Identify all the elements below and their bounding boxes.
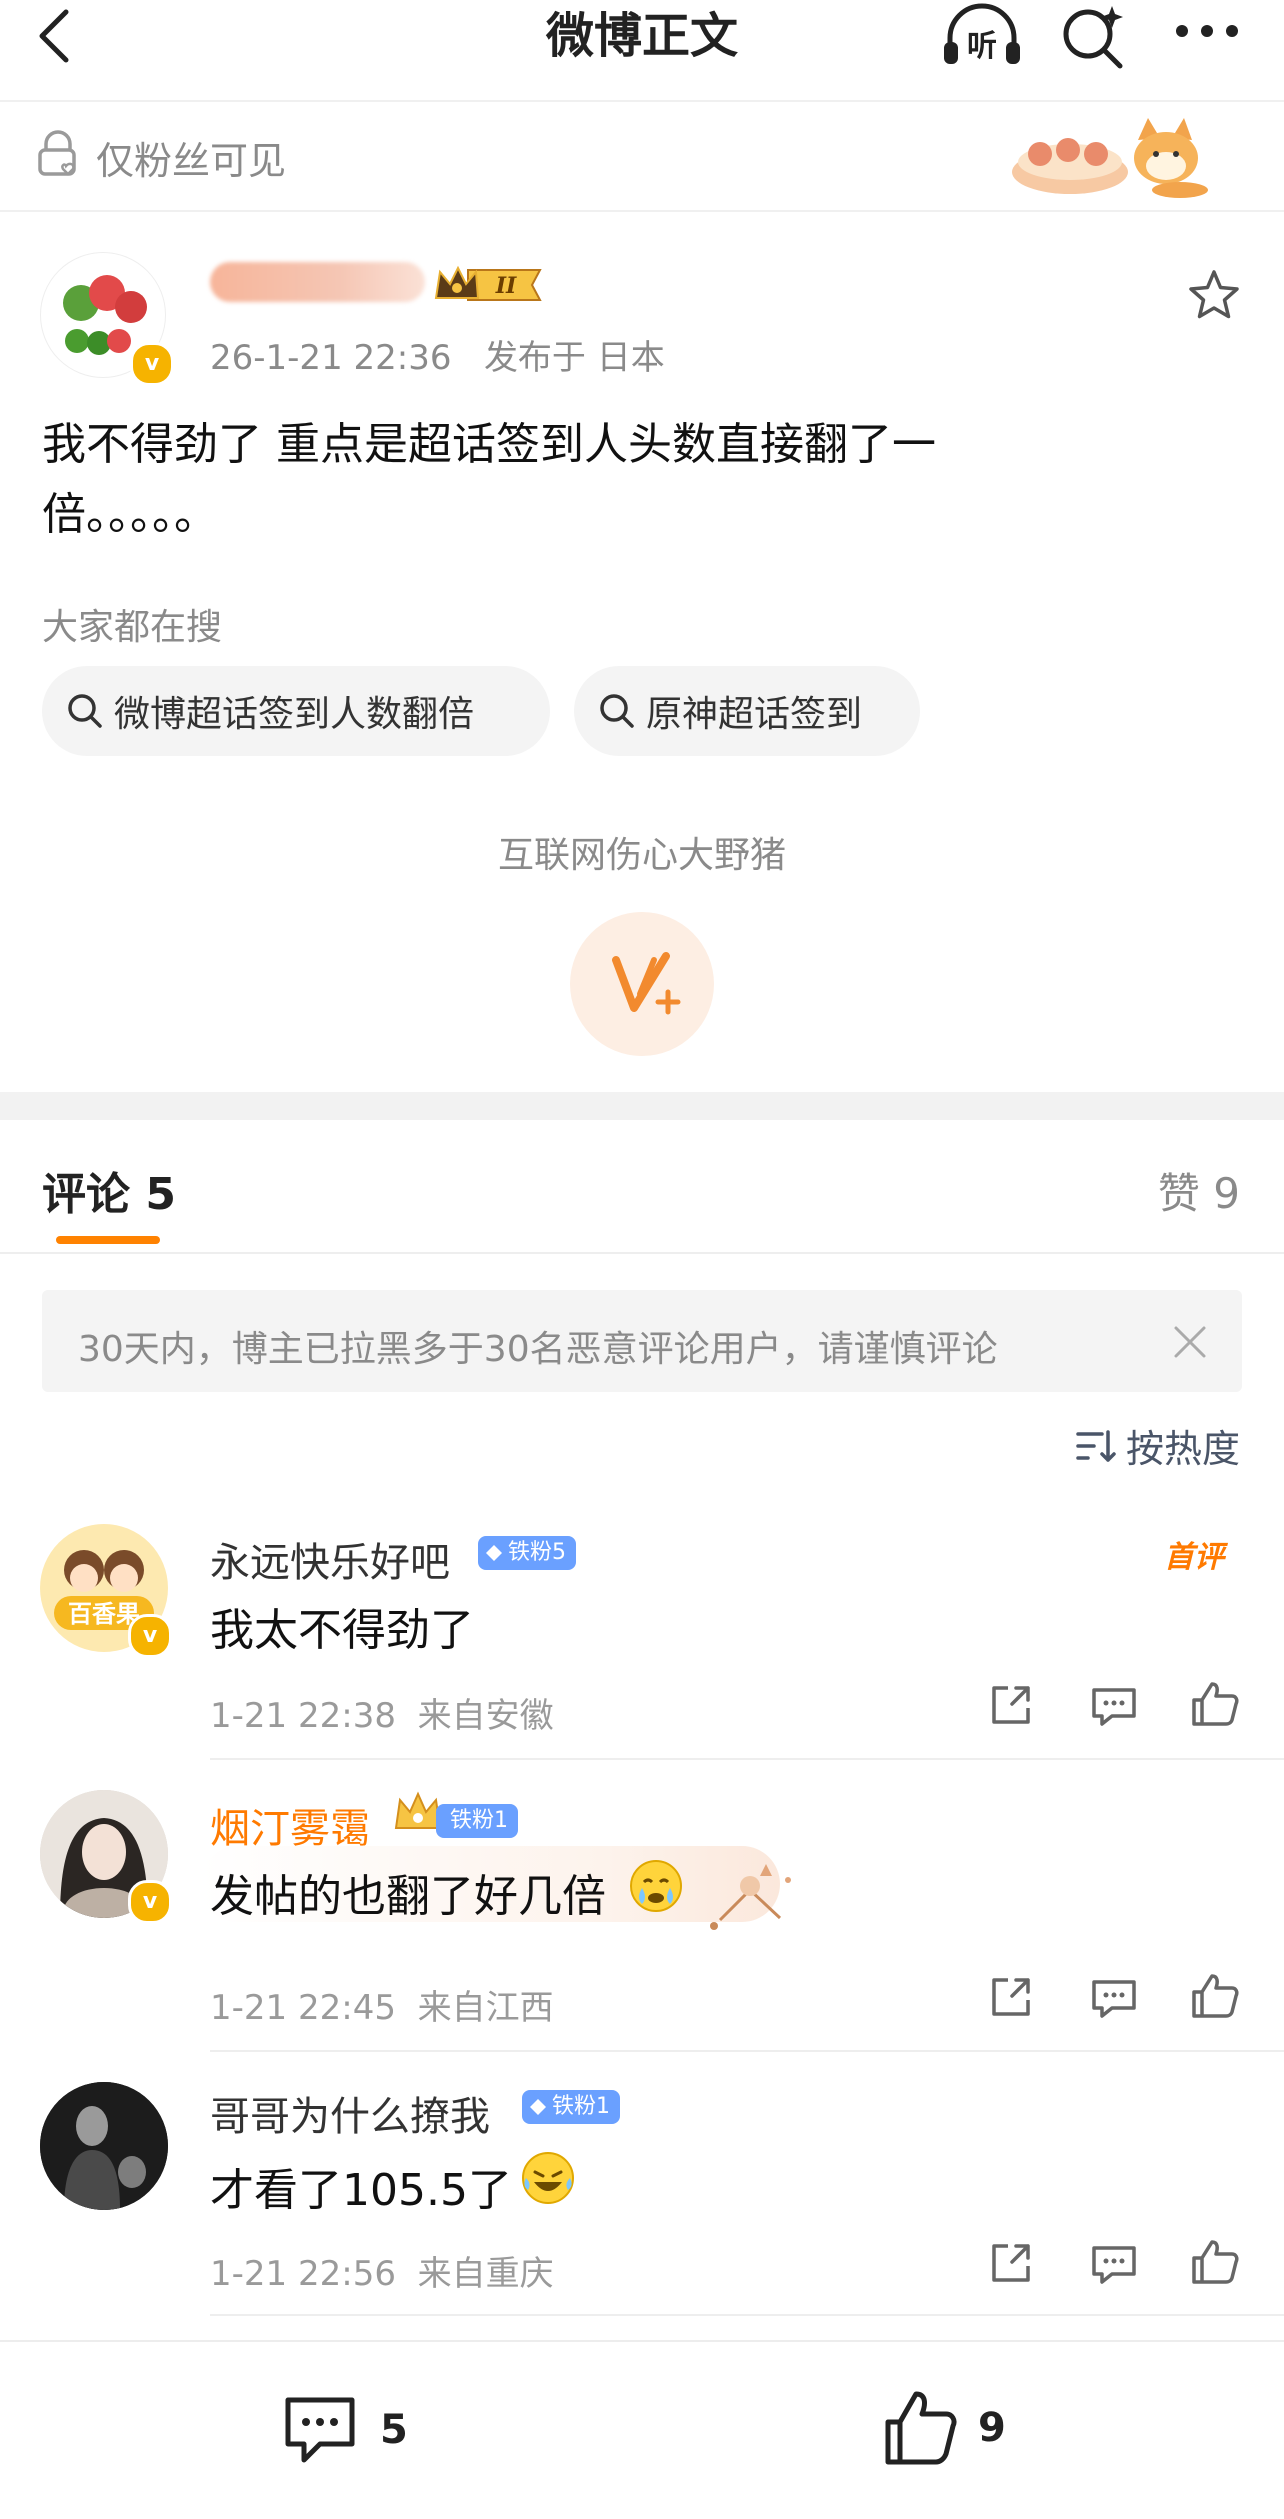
fan-badge-label: 铁粉5 (508, 1540, 566, 1565)
comment-time: 1-21 22:56 (210, 2254, 396, 2294)
comment-button[interactable]: 5 (280, 2390, 408, 2470)
comment-meta: 1-21 22:38 来自安徽 (210, 1688, 554, 1737)
fan-badge-label: 铁粉1 (450, 1808, 508, 1833)
reply-comment-icon[interactable] (1090, 1976, 1138, 2020)
bottom-action-bar: 5 9 (0, 2340, 1284, 2519)
search-chip-label: 微博超话签到人数翻倍 (114, 694, 475, 735)
laughing-tears-emoji-icon (520, 2150, 576, 2206)
more-options-icon[interactable] (1172, 16, 1242, 46)
comment-time: 1-21 22:45 (210, 1988, 396, 2028)
diamond-icon (530, 2099, 546, 2115)
like-thumb-icon[interactable] (1190, 1972, 1240, 2020)
comment-text-content: 才看了105.5了 (210, 2165, 512, 2216)
like-button[interactable]: 9 (880, 2388, 1006, 2468)
first-comment-tag: 首评 (1164, 1540, 1224, 1575)
share-icon[interactable] (988, 2240, 1034, 2286)
visibility-bar: 仅粉丝可见 (0, 100, 1284, 212)
commenter-name[interactable]: 永远快乐好吧 (210, 1530, 450, 1588)
commenter-avatar[interactable] (40, 2082, 168, 2210)
active-tab-indicator (56, 1236, 160, 1244)
comment-text: 发帖的也翻了好几倍 (210, 1860, 606, 1924)
reply-comment-icon[interactable] (1090, 1684, 1138, 1728)
diamond-icon (486, 1545, 502, 1561)
divider (210, 2050, 1284, 2052)
search-icon (66, 692, 104, 730)
comment-location: 来自重庆 (417, 2254, 554, 2294)
comment-meta: 1-21 22:45 来自江西 (210, 1980, 554, 2029)
search-icon (598, 692, 636, 730)
search-chip-label: 原神超话签到 (646, 694, 863, 735)
top-nav-bar: 微博正文 听 (0, 0, 1284, 100)
comment-location: 来自江西 (417, 1988, 554, 2028)
tab-comments[interactable]: 评论 5 (42, 1158, 176, 1222)
crying-emoji-icon (628, 1858, 684, 1914)
sort-by-hot-button[interactable]: 按热度 (1076, 1418, 1240, 1473)
comment-text: 我太不得劲了 (210, 1605, 474, 1656)
divider (0, 1252, 1284, 1254)
comment-text-content: 发帖的也翻了好几倍 (210, 1871, 606, 1922)
favorite-star-icon[interactable] (1186, 268, 1242, 322)
fan-badge: 铁粉1 (522, 2090, 620, 2124)
post-location: 发布于 日本 (483, 338, 665, 378)
search-sparkle-icon[interactable] (1060, 2, 1128, 70)
fan-badge: 铁粉5 (478, 1536, 576, 1570)
decorative-food-sticker-icon (1010, 110, 1210, 202)
v-plus-button[interactable] (570, 912, 714, 1056)
commenter-name[interactable]: 哥哥为什么撩我 (210, 2084, 490, 2142)
author-name-blurred[interactable] (210, 262, 425, 302)
comment-text: 才看了105.5了 (210, 2154, 512, 2218)
bubble-sticker-icon (700, 1860, 800, 1940)
share-icon[interactable] (988, 1974, 1034, 2020)
comment-time: 1-21 22:38 (210, 1696, 396, 1736)
reply-comment-icon[interactable] (1090, 2242, 1138, 2286)
share-icon[interactable] (988, 1682, 1034, 1728)
trending-search-label: 大家都在搜 (42, 607, 223, 648)
search-chip[interactable]: 原神超话签到 (574, 666, 920, 756)
crown-level-badge-icon: II (432, 262, 548, 308)
lock-heart-icon (36, 130, 82, 178)
post-body: 我不得劲了 重点是超话签到人头数直接翻了一 倍。。。。。 (42, 410, 1052, 550)
comment-bubble-icon (280, 2390, 360, 2470)
fan-badge-label: 铁粉1 (552, 2094, 610, 2119)
verified-badge-icon: v (128, 1614, 172, 1658)
fan-badge: 铁粉1 (436, 1804, 518, 1838)
search-chip[interactable]: 微博超话签到人数翻倍 (42, 666, 550, 756)
post-meta: 26-1-21 22:36 发布于 日本 (210, 330, 665, 379)
notice-text: 30天内，博主已拉黑多于30名恶意评论用户，请谨慎评论 (78, 1329, 998, 1370)
tab-likes[interactable]: 赞 9 (1158, 1160, 1240, 1221)
comment-meta: 1-21 22:56 来自重庆 (210, 2246, 554, 2295)
comment-location: 来自安徽 (417, 1696, 554, 1736)
listen-headphones-icon[interactable]: 听 (940, 2, 1024, 70)
comment-count: 5 (380, 2407, 408, 2453)
divider (210, 1758, 1284, 1760)
sort-icon (1076, 1428, 1116, 1464)
v-plus-icon (612, 952, 681, 1015)
like-count: 9 (978, 2405, 1006, 2451)
visibility-label: 仅粉丝可见 (96, 139, 287, 183)
post-text-line2: 倍。。。。。 (42, 489, 218, 540)
like-thumb-icon[interactable] (1190, 2238, 1240, 2286)
post-text-line1: 我不得劲了 重点是超话签到人头数直接翻了一 (42, 419, 936, 470)
close-icon[interactable] (1172, 1324, 1208, 1360)
svg-text:听: 听 (967, 29, 997, 64)
section-divider (0, 1092, 1284, 1120)
sort-label: 按热度 (1125, 1427, 1240, 1471)
author-tagline: 互联网伤心大野猪 (497, 835, 786, 876)
divider (210, 2314, 1284, 2316)
verified-badge-icon: v (128, 1880, 172, 1924)
like-thumb-icon[interactable] (1190, 1680, 1240, 1728)
like-thumb-icon (880, 2388, 960, 2468)
level-badge-text: II (495, 273, 517, 299)
comment-notice-banner: 30天内，博主已拉黑多于30名恶意评论用户，请谨慎评论 (42, 1290, 1242, 1392)
verified-badge-icon: v (130, 342, 174, 386)
post-timestamp: 26-1-21 22:36 (210, 338, 452, 378)
